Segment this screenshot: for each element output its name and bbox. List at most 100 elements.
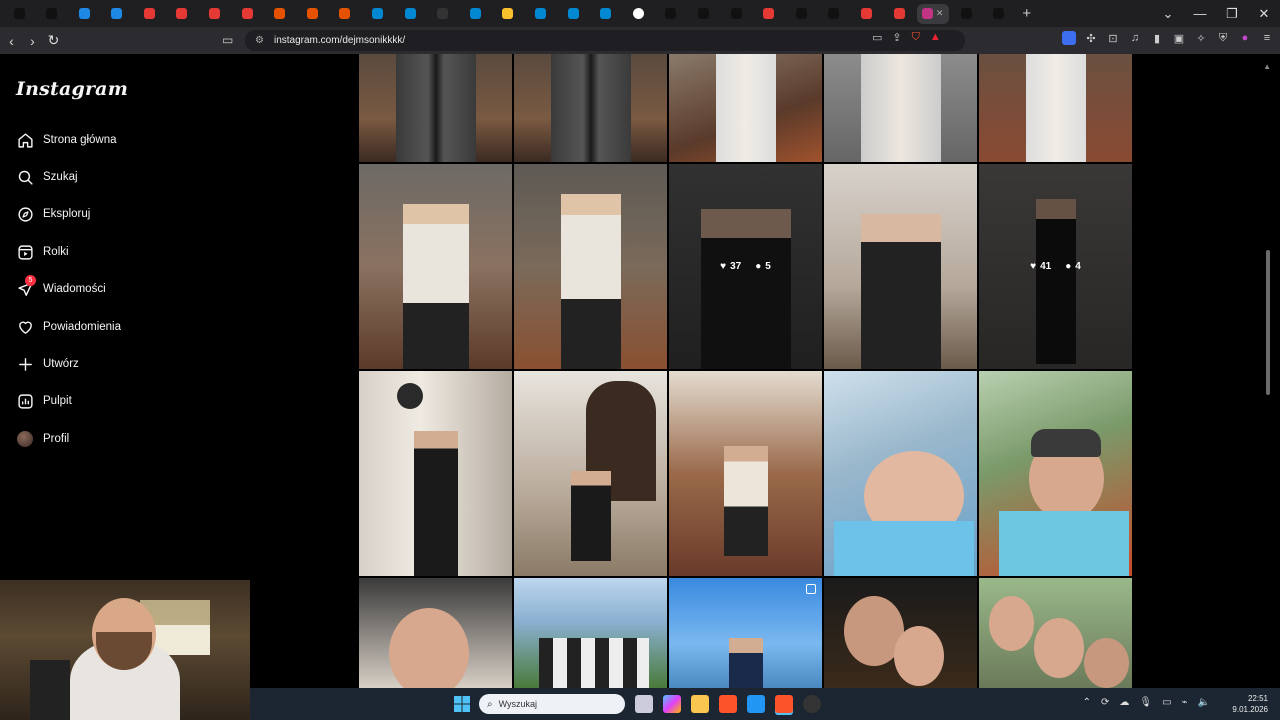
- mic-icon[interactable]: 🎙: [1139, 697, 1152, 708]
- post-thumbnail[interactable]: [359, 578, 512, 688]
- browser-tab[interactable]: [526, 4, 556, 24]
- chevron-up-icon[interactable]: ⌃: [1083, 697, 1091, 708]
- browser-tab[interactable]: [102, 4, 132, 24]
- bookmark-icon[interactable]: ▭: [222, 33, 233, 47]
- post-thumbnail[interactable]: ♥ 37 ● 5: [669, 164, 822, 369]
- network-icon[interactable]: ⌁: [1182, 697, 1188, 708]
- windows-start-icon[interactable]: [454, 696, 470, 712]
- browser-tab[interactable]: [69, 4, 99, 24]
- post-thumbnail[interactable]: [979, 54, 1132, 162]
- browser-tab[interactable]: [460, 4, 490, 24]
- browser-tab[interactable]: [330, 4, 360, 24]
- post-thumbnail[interactable]: [359, 371, 512, 576]
- page-scrollbar[interactable]: [1266, 250, 1270, 395]
- tab-list-chevron-icon[interactable]: ⌄: [1152, 6, 1184, 22]
- taskbar-search[interactable]: ⌕ Wyszukaj: [479, 694, 625, 714]
- browser-tab[interactable]: [493, 4, 523, 24]
- browser-tab[interactable]: [558, 4, 588, 24]
- profile-icon[interactable]: ●: [1238, 31, 1252, 45]
- maximize-button[interactable]: ❐: [1216, 6, 1248, 22]
- sidebar-icon[interactable]: ▮: [1150, 31, 1164, 45]
- puzzle-icon[interactable]: ✣: [1084, 31, 1098, 45]
- post-thumbnail[interactable]: [514, 164, 667, 369]
- browser-tab[interactable]: [134, 4, 164, 24]
- post-thumbnail[interactable]: [824, 578, 977, 688]
- close-window-button[interactable]: ✕: [1248, 6, 1280, 22]
- post-thumbnail[interactable]: [669, 578, 822, 688]
- browser-tab[interactable]: [984, 4, 1014, 24]
- browser-tab[interactable]: [232, 4, 262, 24]
- share-icon[interactable]: ⇪: [892, 31, 901, 44]
- sidebar-item-profile[interactable]: Profil: [16, 427, 69, 451]
- copilot-icon[interactable]: [663, 695, 681, 713]
- sidebar-item-reels[interactable]: Rolki: [16, 240, 69, 264]
- sidebar-item-messages[interactable]: 5 Wiadomości: [16, 275, 106, 301]
- browser-tab[interactable]: [200, 4, 230, 24]
- browser-tab[interactable]: [4, 4, 34, 24]
- browser-tab[interactable]: [819, 4, 849, 24]
- browser-tab[interactable]: [265, 4, 295, 24]
- instagram-logo[interactable]: Instagram: [16, 78, 128, 100]
- sidebar-item-search[interactable]: Szukaj: [16, 165, 78, 189]
- wallet-icon[interactable]: ▣: [1172, 31, 1186, 45]
- vpn-icon[interactable]: ⛨: [1216, 31, 1230, 45]
- browser-tab[interactable]: [851, 4, 881, 24]
- taskbar-clock[interactable]: 22:51 9.01.2026: [1232, 693, 1268, 715]
- obs-icon[interactable]: [803, 695, 821, 713]
- post-thumbnail[interactable]: [979, 578, 1132, 688]
- brave-rewards-icon[interactable]: ▲: [930, 31, 941, 44]
- browser-tab[interactable]: [297, 4, 327, 24]
- new-tab-button[interactable]: +: [1022, 5, 1031, 22]
- media-icon[interactable]: ♫: [1128, 31, 1142, 45]
- browser-tab[interactable]: [688, 4, 718, 24]
- browser-tab[interactable]: [428, 4, 458, 24]
- forward-button[interactable]: ›: [23, 33, 42, 49]
- browser-tab[interactable]: [395, 4, 425, 24]
- site-info-icon[interactable]: ⚙: [255, 35, 264, 46]
- menu-icon[interactable]: ≡: [1260, 31, 1274, 45]
- browser-tab[interactable]: [167, 4, 197, 24]
- file-explorer-icon[interactable]: [691, 695, 709, 713]
- post-thumbnail[interactable]: [514, 54, 667, 162]
- post-thumbnail[interactable]: [514, 371, 667, 576]
- browser-tab[interactable]: [721, 4, 751, 24]
- browser-tab[interactable]: [591, 4, 621, 24]
- sidebar-item-home[interactable]: Strona główna: [16, 128, 117, 152]
- cloud-icon[interactable]: ☁: [1119, 697, 1129, 708]
- post-thumbnail[interactable]: [824, 164, 977, 369]
- browser-tab[interactable]: ✕: [916, 3, 949, 24]
- minimize-button[interactable]: —: [1184, 6, 1216, 21]
- reload-button[interactable]: ↻: [44, 32, 63, 49]
- post-thumbnail[interactable]: [359, 54, 512, 162]
- browser-tab[interactable]: [786, 4, 816, 24]
- post-thumbnail[interactable]: ♥ 41 ● 4: [979, 164, 1132, 369]
- extension-icon[interactable]: [1062, 31, 1076, 45]
- display-icon[interactable]: ▭: [1162, 697, 1171, 708]
- browser-tab[interactable]: [884, 4, 914, 24]
- screenshot-icon[interactable]: ⊡: [1106, 31, 1120, 45]
- brave-icon[interactable]: [719, 695, 737, 713]
- cast-icon[interactable]: ▭: [872, 31, 882, 44]
- brave-shield-icon[interactable]: ⛉: [912, 31, 920, 44]
- sidebar-item-explore[interactable]: Eksploruj: [16, 202, 90, 226]
- sidebar-item-create[interactable]: Utwórz: [16, 352, 79, 376]
- task-view-icon[interactable]: [635, 695, 653, 713]
- sidebar-item-notifications[interactable]: Powiadomienia: [16, 315, 121, 339]
- browser-tab[interactable]: [754, 4, 784, 24]
- post-thumbnail[interactable]: [669, 371, 822, 576]
- post-thumbnail[interactable]: [514, 578, 667, 688]
- browser-tab[interactable]: [951, 4, 981, 24]
- post-thumbnail[interactable]: [824, 54, 977, 162]
- browser-tab[interactable]: [37, 4, 67, 24]
- post-thumbnail[interactable]: [669, 54, 822, 162]
- sidebar-item-dashboard[interactable]: Pulpit: [16, 389, 72, 413]
- store-icon[interactable]: [747, 695, 765, 713]
- back-button[interactable]: ‹: [2, 33, 21, 49]
- sync-icon[interactable]: ⟳: [1101, 697, 1109, 708]
- brave-active-icon[interactable]: [775, 695, 793, 713]
- browser-tab[interactable]: [363, 4, 393, 24]
- browser-tab[interactable]: [656, 4, 686, 24]
- post-thumbnail[interactable]: [359, 164, 512, 369]
- browser-tab[interactable]: [623, 4, 653, 24]
- post-thumbnail[interactable]: [979, 371, 1132, 576]
